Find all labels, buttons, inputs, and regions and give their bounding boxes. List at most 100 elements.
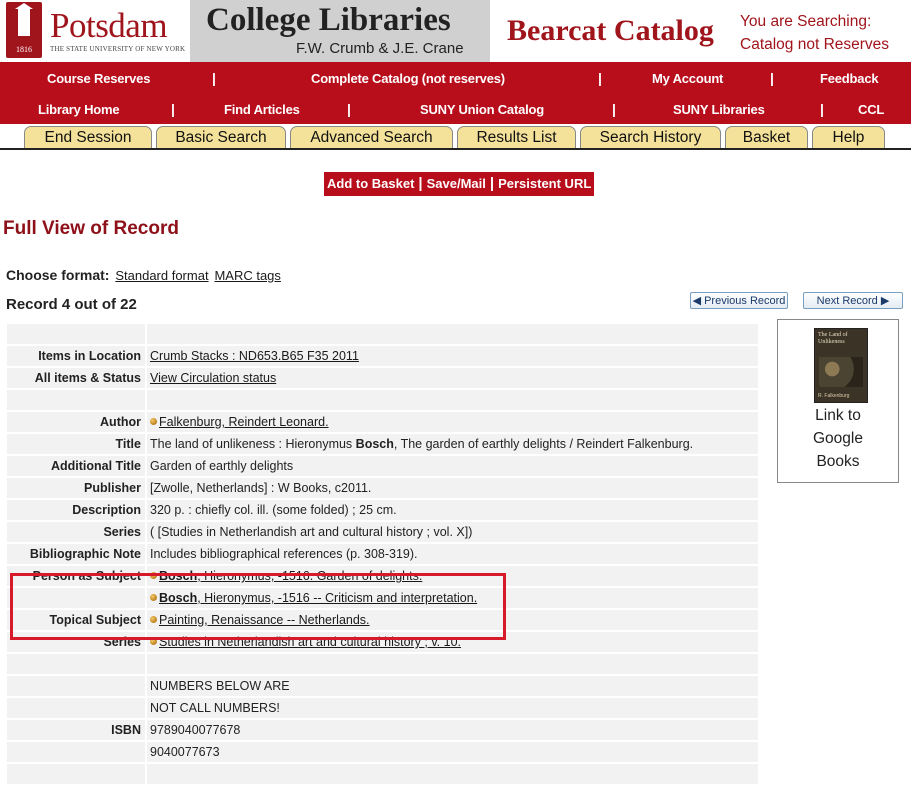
table-row bbox=[7, 654, 758, 674]
nav-separator: | bbox=[212, 70, 216, 86]
table-row: All items & Status View Circulation stat… bbox=[7, 368, 758, 388]
table-row: Author Falkenburg, Reindert Leonard. bbox=[7, 412, 758, 432]
tab-results-list[interactable]: Results List bbox=[457, 126, 576, 148]
next-record-button[interactable]: Next Record ▶ bbox=[803, 292, 903, 309]
nav-my-account[interactable]: My Account bbox=[652, 71, 723, 86]
site-header: 1816 Potsdam THE STATE UNIVERSITY OF NEW… bbox=[0, 0, 911, 62]
nav-course-reserves[interactable]: Course Reserves bbox=[47, 71, 150, 86]
call-number-link[interactable]: Crumb Stacks : ND653.B65 F35 2011 bbox=[150, 349, 359, 363]
tab-underline bbox=[0, 148, 911, 150]
nav-feedback[interactable]: Feedback bbox=[820, 71, 879, 86]
marc-tags-link[interactable]: MARC tags bbox=[214, 268, 280, 283]
publisher-label: Publisher bbox=[7, 478, 145, 498]
person-subject-link[interactable]: Bosch, Hieronymus, -1516. Garden of deli… bbox=[159, 569, 422, 583]
cover-title: The Land of Unlikeness bbox=[818, 332, 848, 345]
person-subject-link[interactable]: Bosch, Hieronymus, -1516 -- Criticism an… bbox=[159, 591, 477, 605]
tab-basket[interactable]: Basket bbox=[725, 126, 808, 148]
cover-author: R. Falkenburg bbox=[818, 393, 850, 399]
action-separator: | bbox=[489, 175, 495, 192]
nav-library-home[interactable]: Library Home bbox=[38, 102, 120, 117]
record-actions: Add to Basket | Save/Mail | Persistent URL bbox=[324, 172, 595, 196]
table-row: Topical Subject Painting, Renaissance --… bbox=[7, 610, 758, 630]
bullet-icon bbox=[150, 418, 157, 425]
table-row: Additional Title Garden of earthly delig… bbox=[7, 456, 758, 476]
logo-year: 1816 bbox=[16, 45, 32, 54]
title-text-part: The land of unlikeness : Hieronymus bbox=[150, 437, 356, 451]
previous-record-button[interactable]: ◀ Previous Record bbox=[690, 292, 788, 309]
bullet-icon bbox=[150, 572, 157, 579]
subject-text: , Hieronymus, -1516 -- Criticism and int… bbox=[197, 591, 478, 605]
logo-subtitle: THE STATE UNIVERSITY OF NEW YORK bbox=[50, 45, 186, 53]
nav-separator: | bbox=[770, 70, 774, 86]
additional-title-value: Garden of earthly delights bbox=[147, 456, 758, 476]
author-link[interactable]: Falkenburg, Reindert Leonard. bbox=[159, 415, 329, 429]
tower-emblem-icon: 1816 bbox=[6, 2, 42, 58]
google-books-link[interactable]: The Land of Unlikeness R. Falkenburg Lin… bbox=[777, 319, 899, 483]
series-label: Series bbox=[7, 522, 145, 542]
nav-suny-union-catalog[interactable]: SUNY Union Catalog bbox=[420, 102, 544, 117]
page-title: Full View of Record bbox=[3, 218, 179, 239]
isbn-value: 9040077673 bbox=[147, 742, 758, 762]
title-text-part: , The garden of earthly delights / Reind… bbox=[393, 437, 694, 451]
items-location-label: Items in Location bbox=[7, 346, 145, 366]
table-row: Description 320 p. : chiefly col. ill. (… bbox=[7, 500, 758, 520]
google-books-label-line1: Link to bbox=[815, 407, 861, 424]
subject-bold-term: Bosch bbox=[159, 569, 198, 583]
description-value: 320 p. : chiefly col. ill. (some folded)… bbox=[147, 500, 758, 520]
previous-record-label: Previous Record bbox=[704, 295, 786, 307]
nav-separator: | bbox=[820, 101, 824, 117]
standard-format-link[interactable]: Standard format bbox=[115, 268, 208, 283]
isbn-label: ISBN bbox=[7, 720, 145, 740]
bibliographic-note-label: Bibliographic Note bbox=[7, 544, 145, 564]
record-position: Record 4 out of 22 bbox=[6, 296, 137, 313]
series-label: Series bbox=[7, 632, 145, 652]
cover-art bbox=[819, 357, 863, 387]
nav-complete-catalog[interactable]: Complete Catalog (not reserves) bbox=[311, 71, 505, 86]
nav-find-articles[interactable]: Find Articles bbox=[224, 102, 300, 117]
persistent-url-button[interactable]: Persistent URL bbox=[497, 176, 592, 191]
topical-subject-label: Topical Subject bbox=[7, 610, 145, 630]
table-row bbox=[7, 764, 758, 784]
college-subtitle: F.W. Crumb & J.E. Crane bbox=[296, 40, 464, 57]
table-row: ISBN 9789040077678 bbox=[7, 720, 758, 740]
title-label: Title bbox=[7, 434, 145, 454]
potsdam-logo[interactable]: 1816 Potsdam THE STATE UNIVERSITY OF NEW… bbox=[0, 0, 190, 60]
isbn-note-line1: NUMBERS BELOW ARE bbox=[147, 676, 758, 696]
tab-search-history[interactable]: Search History bbox=[580, 126, 721, 148]
catalog-title: Bearcat Catalog bbox=[507, 14, 714, 47]
tab-basic-search[interactable]: Basic Search bbox=[156, 126, 286, 148]
topical-subject-link[interactable]: Painting, Renaissance -- Netherlands. bbox=[159, 613, 370, 627]
subject-bold-term: Bosch bbox=[159, 591, 198, 605]
table-row: Publisher [Zwolle, Netherlands] : W Book… bbox=[7, 478, 758, 498]
google-books-label[interactable]: Link to Google Books bbox=[778, 404, 898, 473]
save-mail-button[interactable]: Save/Mail bbox=[426, 176, 487, 191]
tab-help[interactable]: Help bbox=[812, 126, 885, 148]
nav-separator: | bbox=[612, 101, 616, 117]
table-row: NUMBERS BELOW ARE bbox=[7, 676, 758, 696]
description-label: Description bbox=[7, 500, 145, 520]
subject-text: , Hieronymus, -1516. Garden of delights. bbox=[197, 569, 423, 583]
add-to-basket-button[interactable]: Add to Basket bbox=[326, 176, 415, 191]
tab-advanced-search[interactable]: Advanced Search bbox=[290, 126, 453, 148]
bullet-icon bbox=[150, 594, 157, 601]
table-row: Items in Location Crumb Stacks : ND653.B… bbox=[7, 346, 758, 366]
tab-end-session[interactable]: End Session bbox=[24, 126, 152, 148]
nav-suny-libraries[interactable]: SUNY Libraries bbox=[673, 102, 765, 117]
main-navigation: Course Reserves | Complete Catalog (not … bbox=[0, 62, 911, 124]
series-value: ( [Studies in Netherlandish art and cult… bbox=[147, 522, 758, 542]
nav-ccl[interactable]: CCL bbox=[858, 102, 884, 117]
book-cover-image[interactable]: The Land of Unlikeness R. Falkenburg bbox=[814, 328, 868, 403]
series-link[interactable]: Studies in Netherlandish art and cultura… bbox=[159, 635, 461, 649]
triangle-right-icon: ▶ bbox=[880, 295, 890, 307]
college-title: College Libraries bbox=[206, 2, 451, 38]
table-row: 9040077673 bbox=[7, 742, 758, 762]
circulation-status-link[interactable]: View Circulation status bbox=[150, 371, 276, 385]
table-row: Bibliographic Note Includes bibliographi… bbox=[7, 544, 758, 564]
college-libraries-banner: College Libraries F.W. Crumb & J.E. Cran… bbox=[190, 0, 490, 62]
bullet-icon bbox=[150, 638, 157, 645]
table-row: Bosch, Hieronymus, -1516 -- Criticism an… bbox=[7, 588, 758, 608]
nav-separator: | bbox=[171, 101, 175, 117]
bullet-icon bbox=[150, 616, 157, 623]
triangle-left-icon: ◀ bbox=[692, 295, 702, 307]
author-label: Author bbox=[7, 412, 145, 432]
